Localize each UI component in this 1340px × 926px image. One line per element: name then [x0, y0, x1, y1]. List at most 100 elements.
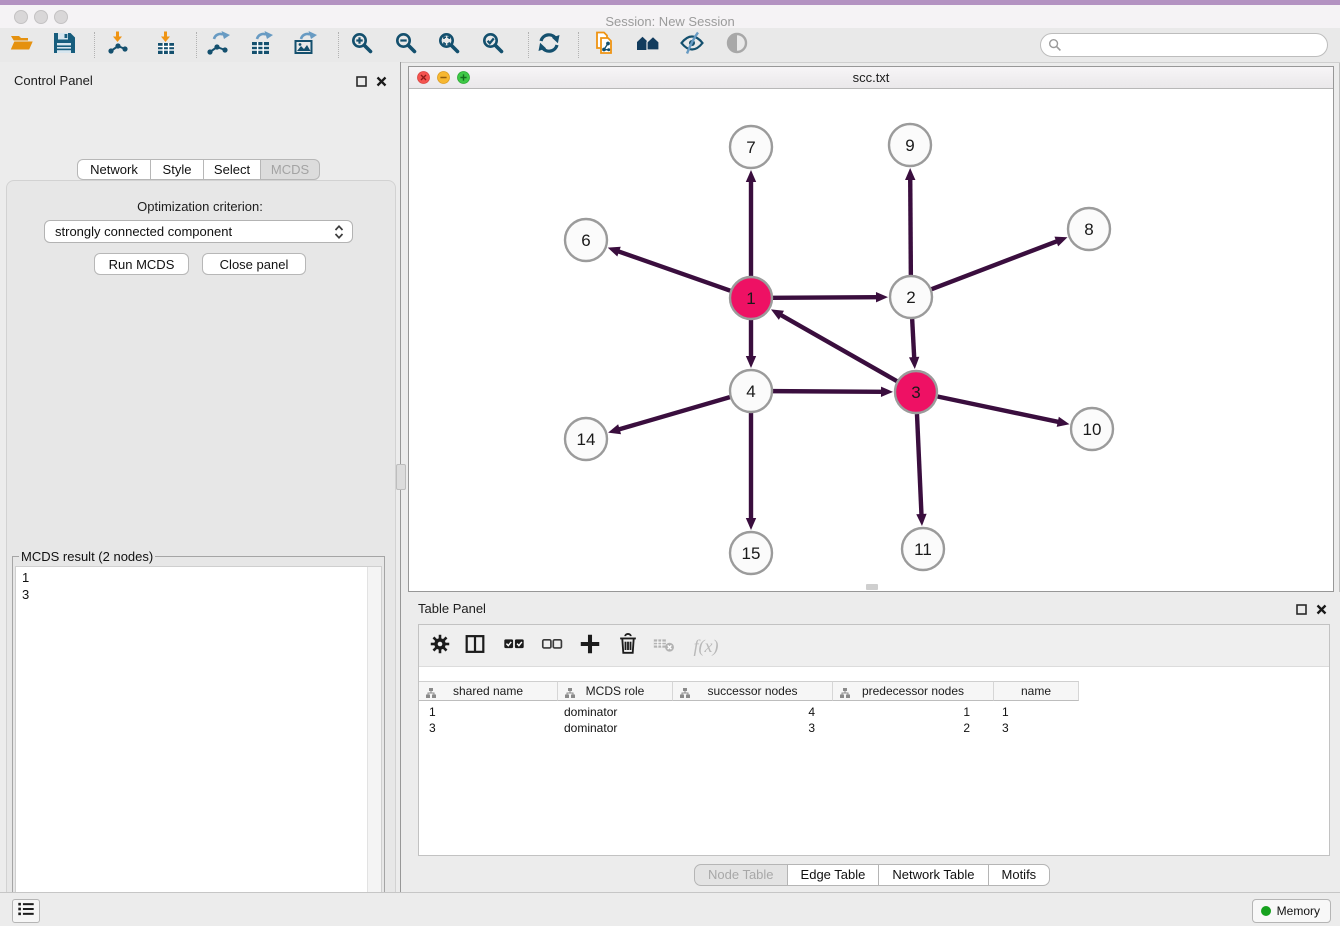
- search-input[interactable]: [1040, 33, 1328, 57]
- window-titlebar: Session: New Session: [0, 5, 1340, 29]
- cell-predecessor-nodes: 1: [833, 705, 994, 721]
- graph-node-label: 9: [905, 136, 914, 155]
- close-panel-icon[interactable]: [376, 74, 387, 92]
- float-panel-icon[interactable]: [356, 74, 367, 92]
- criterion-dropdown[interactable]: strongly connected component: [44, 220, 353, 243]
- column-header-mcds-role[interactable]: MCDS role: [558, 681, 673, 701]
- toolbar-separator: [578, 32, 579, 58]
- import-table-button[interactable]: [149, 30, 183, 60]
- graph-edge-3-10[interactable]: [938, 397, 1060, 423]
- tab-node-table[interactable]: Node Table: [694, 864, 788, 886]
- tab-mcds[interactable]: MCDS: [260, 159, 320, 180]
- export-network-icon: [205, 30, 231, 61]
- graph-node-label: 6: [581, 231, 590, 250]
- zoom-selected-button[interactable]: [476, 30, 510, 60]
- column-header-name[interactable]: name: [994, 681, 1079, 701]
- mcds-result-group: MCDS result (2 nodes) 1 3: [12, 549, 385, 926]
- clone-network-button[interactable]: [587, 30, 621, 60]
- mcds-result-textarea[interactable]: 1 3: [15, 566, 382, 926]
- create-column-button[interactable]: [575, 632, 605, 660]
- graph-edge-arrow: [746, 356, 756, 368]
- mcds-result-line: 3: [16, 586, 381, 603]
- fx-icon: f(x): [694, 636, 719, 657]
- tab-network[interactable]: Network: [77, 159, 151, 180]
- list-icon: [16, 899, 36, 924]
- tab-style[interactable]: Style: [150, 159, 204, 180]
- mcds-result-line: 1: [16, 567, 381, 586]
- main-toolbar: [0, 28, 1340, 63]
- hide-graphics-details-button[interactable]: [675, 30, 709, 60]
- canvas-collapse-handle[interactable]: [866, 584, 878, 590]
- export-table-button[interactable]: [244, 30, 278, 60]
- result-scrollbar[interactable]: [367, 567, 381, 926]
- graph-edge-4-14[interactable]: [618, 397, 730, 430]
- chevron-up-down-icon: [333, 224, 345, 246]
- application-window: Session: New Session: [0, 0, 1340, 926]
- run-mcds-button[interactable]: Run MCDS: [94, 253, 189, 275]
- graph-edge-3-1[interactable]: [780, 314, 897, 381]
- toolbar-search: [1040, 33, 1328, 57]
- column-label: successor nodes: [707, 684, 797, 698]
- export-image-icon: [292, 30, 318, 61]
- graph-edge-2-8[interactable]: [932, 241, 1059, 289]
- export-table-icon: [248, 30, 274, 61]
- deselect-all-button[interactable]: [537, 632, 567, 660]
- graph-edge-1-2[interactable]: [773, 297, 878, 298]
- function-builder-button-disabled[interactable]: f(x): [687, 632, 725, 660]
- zoom-out-button[interactable]: [389, 30, 423, 60]
- column-tree-icon: [426, 687, 436, 701]
- apply-layout-button[interactable]: [532, 30, 566, 60]
- import-network-button[interactable]: [101, 30, 135, 60]
- table-tabs: Node Table Edge Table Network Table Moti…: [694, 864, 1050, 886]
- graph-edge-4-3[interactable]: [773, 391, 883, 392]
- memory-button[interactable]: Memory: [1252, 899, 1331, 923]
- network-window-title: scc.txt: [409, 70, 1333, 85]
- birds-eye-view-button[interactable]: [720, 30, 754, 60]
- export-image-button[interactable]: [288, 30, 322, 60]
- delete-table-icon: [652, 632, 676, 661]
- table-row[interactable]: 1 dominator 4 1 1: [419, 705, 1079, 721]
- control-panel-tabs: Network Style Select MCDS: [77, 159, 320, 180]
- tab-network-table[interactable]: Network Table: [878, 864, 988, 886]
- column-header-predecessor-nodes[interactable]: predecessor nodes: [833, 681, 994, 701]
- graph-edge-2-3[interactable]: [912, 319, 914, 359]
- zoom-fit-button[interactable]: [432, 30, 466, 60]
- float-panel-icon[interactable]: [1296, 602, 1307, 620]
- table-row[interactable]: 3 dominator 3 2 3: [419, 721, 1079, 737]
- close-panel-icon[interactable]: [1316, 602, 1327, 620]
- zoom-in-button[interactable]: [345, 30, 379, 60]
- tab-edge-table[interactable]: Edge Table: [787, 864, 880, 886]
- graph-edge-1-6[interactable]: [617, 251, 730, 291]
- window-title: Session: New Session: [0, 14, 1340, 29]
- close-panel-button[interactable]: Close panel: [202, 253, 306, 275]
- column-tree-icon: [840, 687, 850, 701]
- column-header-successor-nodes[interactable]: successor nodes: [673, 681, 833, 701]
- graph-node-label: 14: [577, 430, 596, 449]
- column-tree-icon: [680, 687, 690, 701]
- splitter-handle[interactable]: [396, 464, 406, 490]
- export-network-button[interactable]: [201, 30, 235, 60]
- graph-edge-arrow: [746, 518, 756, 530]
- save-icon: [51, 30, 77, 61]
- eye-slash-icon: [679, 30, 705, 61]
- houses-icon: [635, 30, 661, 61]
- tab-motifs[interactable]: Motifs: [988, 864, 1051, 886]
- trash-icon: [616, 632, 640, 661]
- graph-edge-2-9[interactable]: [910, 178, 911, 275]
- network-canvas[interactable]: 1234678910111415: [409, 89, 1333, 591]
- home-button[interactable]: [631, 30, 665, 60]
- table-toolbar: f(x): [419, 625, 1329, 667]
- column-header-shared-name[interactable]: shared name: [419, 681, 558, 701]
- cell-shared-name: 1: [419, 705, 558, 721]
- network-window-titlebar[interactable]: scc.txt: [409, 67, 1333, 89]
- table-settings-button[interactable]: [425, 632, 455, 660]
- delete-column-button[interactable]: [613, 632, 643, 660]
- graph-edge-3-11[interactable]: [917, 414, 922, 516]
- open-session-button[interactable]: [5, 30, 39, 60]
- delete-table-button-disabled[interactable]: [649, 632, 679, 660]
- task-history-button[interactable]: [12, 899, 40, 923]
- tab-select[interactable]: Select: [203, 159, 261, 180]
- save-session-button[interactable]: [47, 30, 81, 60]
- select-all-button[interactable]: [499, 632, 529, 660]
- show-columns-button[interactable]: [460, 632, 490, 660]
